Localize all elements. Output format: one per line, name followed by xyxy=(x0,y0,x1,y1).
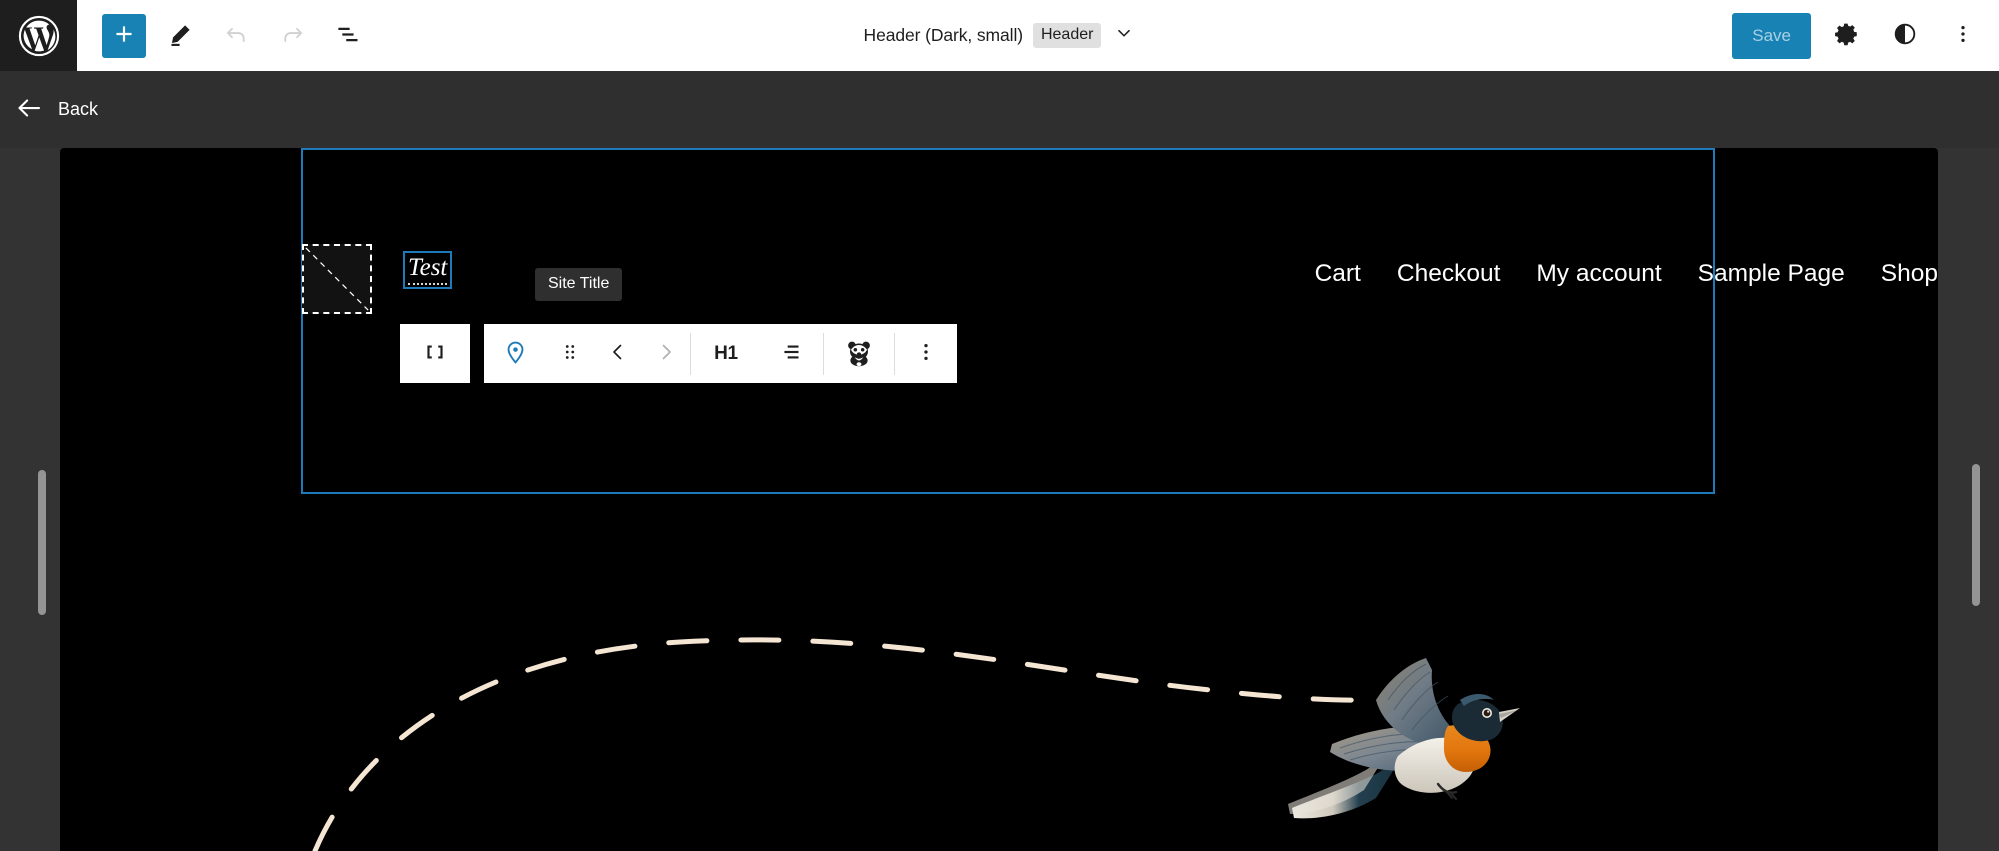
status-badge: Header xyxy=(1032,23,1102,48)
undo-button[interactable] xyxy=(214,14,258,58)
nav-link-checkout[interactable]: Checkout xyxy=(1397,260,1501,288)
site-title-tooltip: Site Title xyxy=(535,268,623,301)
hero-artwork xyxy=(312,637,1393,851)
back-bar: Back xyxy=(0,71,1999,148)
plugin-block-button[interactable] xyxy=(824,324,894,383)
undo-arrow-icon xyxy=(223,21,250,51)
topbar-left-tools xyxy=(77,13,370,58)
page-title: Header (Dark, small) xyxy=(863,25,1024,45)
styles-button[interactable] xyxy=(1883,14,1927,58)
pencil-edit-icon xyxy=(167,21,194,51)
block-toolbar-main-group: H1 xyxy=(484,324,957,383)
redo-arrow-icon xyxy=(279,21,306,51)
nav-link-cart[interactable]: Cart xyxy=(1315,260,1361,288)
site-navigation[interactable]: Cart Checkout My account Sample Page Sho… xyxy=(1315,260,1938,288)
scrollbar-left-thumb[interactable] xyxy=(38,470,46,615)
nav-link-sample-page[interactable]: Sample Page xyxy=(1698,260,1845,288)
block-drag-handle[interactable] xyxy=(546,324,594,383)
block-type-site-title-button[interactable] xyxy=(484,324,546,383)
map-pin-icon xyxy=(502,339,529,369)
site-title-block[interactable]: Test xyxy=(403,251,453,289)
editor-canvas[interactable]: Test Site Title Cart Checkout My account… xyxy=(60,148,1938,851)
chevron-left-icon xyxy=(606,340,630,367)
text-align-button[interactable] xyxy=(761,324,823,383)
editor-topbar: Header (Dark, small) Header Save xyxy=(0,0,1999,71)
site-title-text[interactable]: Test xyxy=(408,254,448,285)
tools-edit-button[interactable] xyxy=(158,14,202,58)
template-part-header[interactable] xyxy=(301,148,1715,494)
nav-link-shop[interactable]: Shop xyxy=(1881,260,1938,288)
vertical-three-dots-icon xyxy=(1951,22,1975,49)
site-editor-window: Header (Dark, small) Header Save Back Te… xyxy=(0,0,1999,851)
add-block-button[interactable] xyxy=(102,13,146,58)
block-toolbar: H1 xyxy=(400,324,957,383)
nav-link-my-account[interactable]: My account xyxy=(1536,260,1661,288)
vertical-three-dots-icon xyxy=(914,340,938,367)
gear-icon xyxy=(1834,21,1860,50)
more-options-button[interactable] xyxy=(1941,14,1985,58)
parent-block-group-button[interactable] xyxy=(400,324,470,383)
h1-text-icon: H1 xyxy=(714,342,738,364)
settings-button[interactable] xyxy=(1825,14,1869,58)
site-logo-placeholder[interactable] xyxy=(302,244,372,314)
list-view-icon xyxy=(335,21,362,51)
wordpress-logo-icon xyxy=(17,14,61,58)
plus-icon xyxy=(111,21,137,50)
topbar-right-tools: Save xyxy=(1732,0,1985,71)
heading-level-button[interactable]: H1 xyxy=(691,324,761,383)
chevron-down-icon xyxy=(1113,22,1135,49)
bird-illustration xyxy=(1288,658,1520,819)
move-block-left-button[interactable] xyxy=(594,324,642,383)
block-more-options-button[interactable] xyxy=(895,324,957,383)
save-button[interactable]: Save xyxy=(1732,12,1811,59)
arrow-left-icon xyxy=(14,93,44,126)
group-brackets-icon xyxy=(422,339,448,368)
align-left-icon xyxy=(779,339,805,368)
document-title-dropdown[interactable]: Header (Dark, small) Header xyxy=(858,18,1142,53)
contrast-half-circle-icon xyxy=(1892,21,1918,50)
panda-mascot-icon xyxy=(844,337,874,370)
drag-dots-icon xyxy=(559,341,581,366)
list-view-button[interactable] xyxy=(326,14,370,58)
wordpress-logo-button[interactable] xyxy=(0,0,77,71)
move-block-right-button[interactable] xyxy=(642,324,690,383)
image-placeholder-icon xyxy=(305,247,369,311)
back-button-label: Back xyxy=(58,99,99,119)
scrollbar-right-thumb[interactable] xyxy=(1972,464,1980,606)
back-button[interactable]: Back xyxy=(0,83,104,137)
chevron-right-icon xyxy=(654,340,678,367)
block-toolbar-parent-group xyxy=(400,324,470,383)
redo-button[interactable] xyxy=(270,14,314,58)
editor-shell: Test Site Title Cart Checkout My account… xyxy=(0,148,1999,851)
